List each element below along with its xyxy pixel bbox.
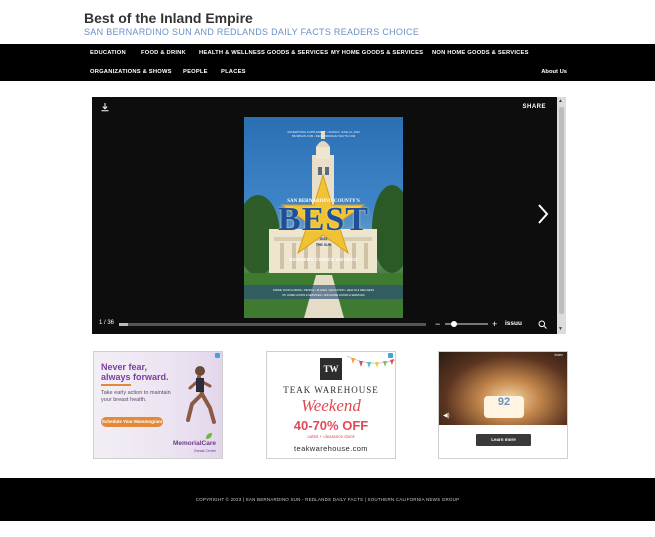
viewer-scrollbar-thumb[interactable] [559,107,564,314]
download-icon[interactable] [100,102,110,112]
issuu-logo[interactable]: issuu [505,320,522,327]
ad-video[interactable]: 92 ◀) Index Learn more [438,351,568,459]
teak-warehouse-logo: TW [320,358,342,380]
ad-label: Index [554,353,563,357]
nav-item-my-home[interactable]: MY HOME GOODS & SERVICES [331,50,423,56]
scroll-up-icon[interactable]: ▲ [558,98,563,104]
site-footer: COPYRIGHT © 2023 | SAN BERNARDINO SUN - … [0,478,655,521]
footer-copyright: COPYRIGHT © 2023 | SAN BERNARDINO SUN - … [195,497,460,502]
cover-title: BEST [278,201,369,238]
schedule-mammogram-button[interactable]: Schedule Your Mammogram [101,417,163,427]
ad-subbrand: Breast Center [194,449,216,453]
ad-headline: Never fear, always forward. [101,362,169,382]
ad-offer-detail: outlet + clearance stock [307,434,355,439]
ad-url[interactable]: teakwarehouse.com [267,444,395,453]
zoom-out-button[interactable]: − [435,318,440,330]
nav-item-health-wellness[interactable]: HEALTH & WELLNESS GOODS & SERVICES [199,50,328,56]
page-progress-bar[interactable] [119,323,426,326]
nav-item-people[interactable]: PEOPLE [183,69,208,75]
ad-offer: 40-70% OFF [293,418,369,433]
ad-memorialcare[interactable]: Never fear, always forward. Take early a… [93,351,223,459]
zoom-slider-handle[interactable] [450,321,457,327]
nav-item-organizations[interactable]: ORGANIZATIONS & SHOWS [90,69,172,75]
cover-publisher: THE SUN [315,243,332,247]
cover-readers-choice: READERS CHOICE AWARDS [289,257,358,262]
adchoices-icon[interactable] [215,353,220,358]
viewer-scrollbar[interactable]: ▲ ▼ [557,97,566,334]
memorialcare-leaf-icon [206,433,212,439]
ad-brand: MemorialCare [173,440,216,447]
ad-script-headline: Weekend [301,396,361,415]
ad-brand: TEAK WAREHOUSE [283,385,379,395]
ad-headline-line-1: Never fear, [101,362,148,372]
cake-number: 92 [497,396,511,408]
learn-more-button[interactable]: Learn more [476,434,531,446]
page-counter: 1 / 36 [99,320,115,326]
publication-viewer: SHARE ADVERTISING SUPPLEMENT • SUNDAY, J… [92,97,566,334]
site-header: Best of the Inland Empire SAN BERNARDINO… [0,0,655,44]
ad-body: Take early action to maintain your breas… [101,390,171,403]
ad-headline-line-2: always forward. [101,372,169,382]
cover-year: 2023 [319,237,328,241]
magnify-icon[interactable] [538,320,547,329]
cover-footer-line-1: INSIDE: FOOD & DRINK • PEOPLE • PLACES •… [272,289,375,292]
site-title[interactable]: Best of the Inland Empire [84,10,253,26]
viewer-controls: 1 / 36 − + issuu [92,318,557,332]
nav-item-about-us[interactable]: About Us [541,69,567,75]
nav-item-education[interactable]: EDUCATION [90,50,126,56]
nav-item-places[interactable]: PLACES [221,69,246,75]
runner-image [186,366,216,424]
bunting-decoration [347,355,395,368]
next-page-arrow-icon[interactable] [536,203,550,225]
page-progress-fill [119,323,129,326]
volume-icon[interactable]: ◀) [443,412,450,419]
ad-teak-warehouse[interactable]: TW TEAK WAREHOUSE Weekend 40-70% OFF out… [266,351,396,459]
cover-topline-url: SB.SBSUN.COM • REDLANDSDAILYFACTS.COM [291,134,356,138]
zoom-in-button[interactable]: + [492,318,497,330]
magazine-cover[interactable]: ADVERTISING SUPPLEMENT • SUNDAY, JUNE 11… [244,117,403,318]
ad-divider [101,384,131,386]
main-navigation: EDUCATION FOOD & DRINK HEALTH & WELLNESS… [0,44,655,81]
zoom-slider[interactable] [445,321,488,327]
share-button[interactable]: SHARE [522,104,546,110]
cover-footer-line-2: MY HOME GOODS & SERVICES • NON HOME GOOD… [282,294,365,297]
nav-item-non-home[interactable]: NON HOME GOODS & SERVICES [432,50,529,56]
nav-item-food-drink[interactable]: FOOD & DRINK [141,50,186,56]
site-tagline: SAN BERNARDINO SUN AND REDLANDS DAILY FA… [84,27,420,37]
scroll-down-icon[interactable]: ▼ [558,326,563,332]
